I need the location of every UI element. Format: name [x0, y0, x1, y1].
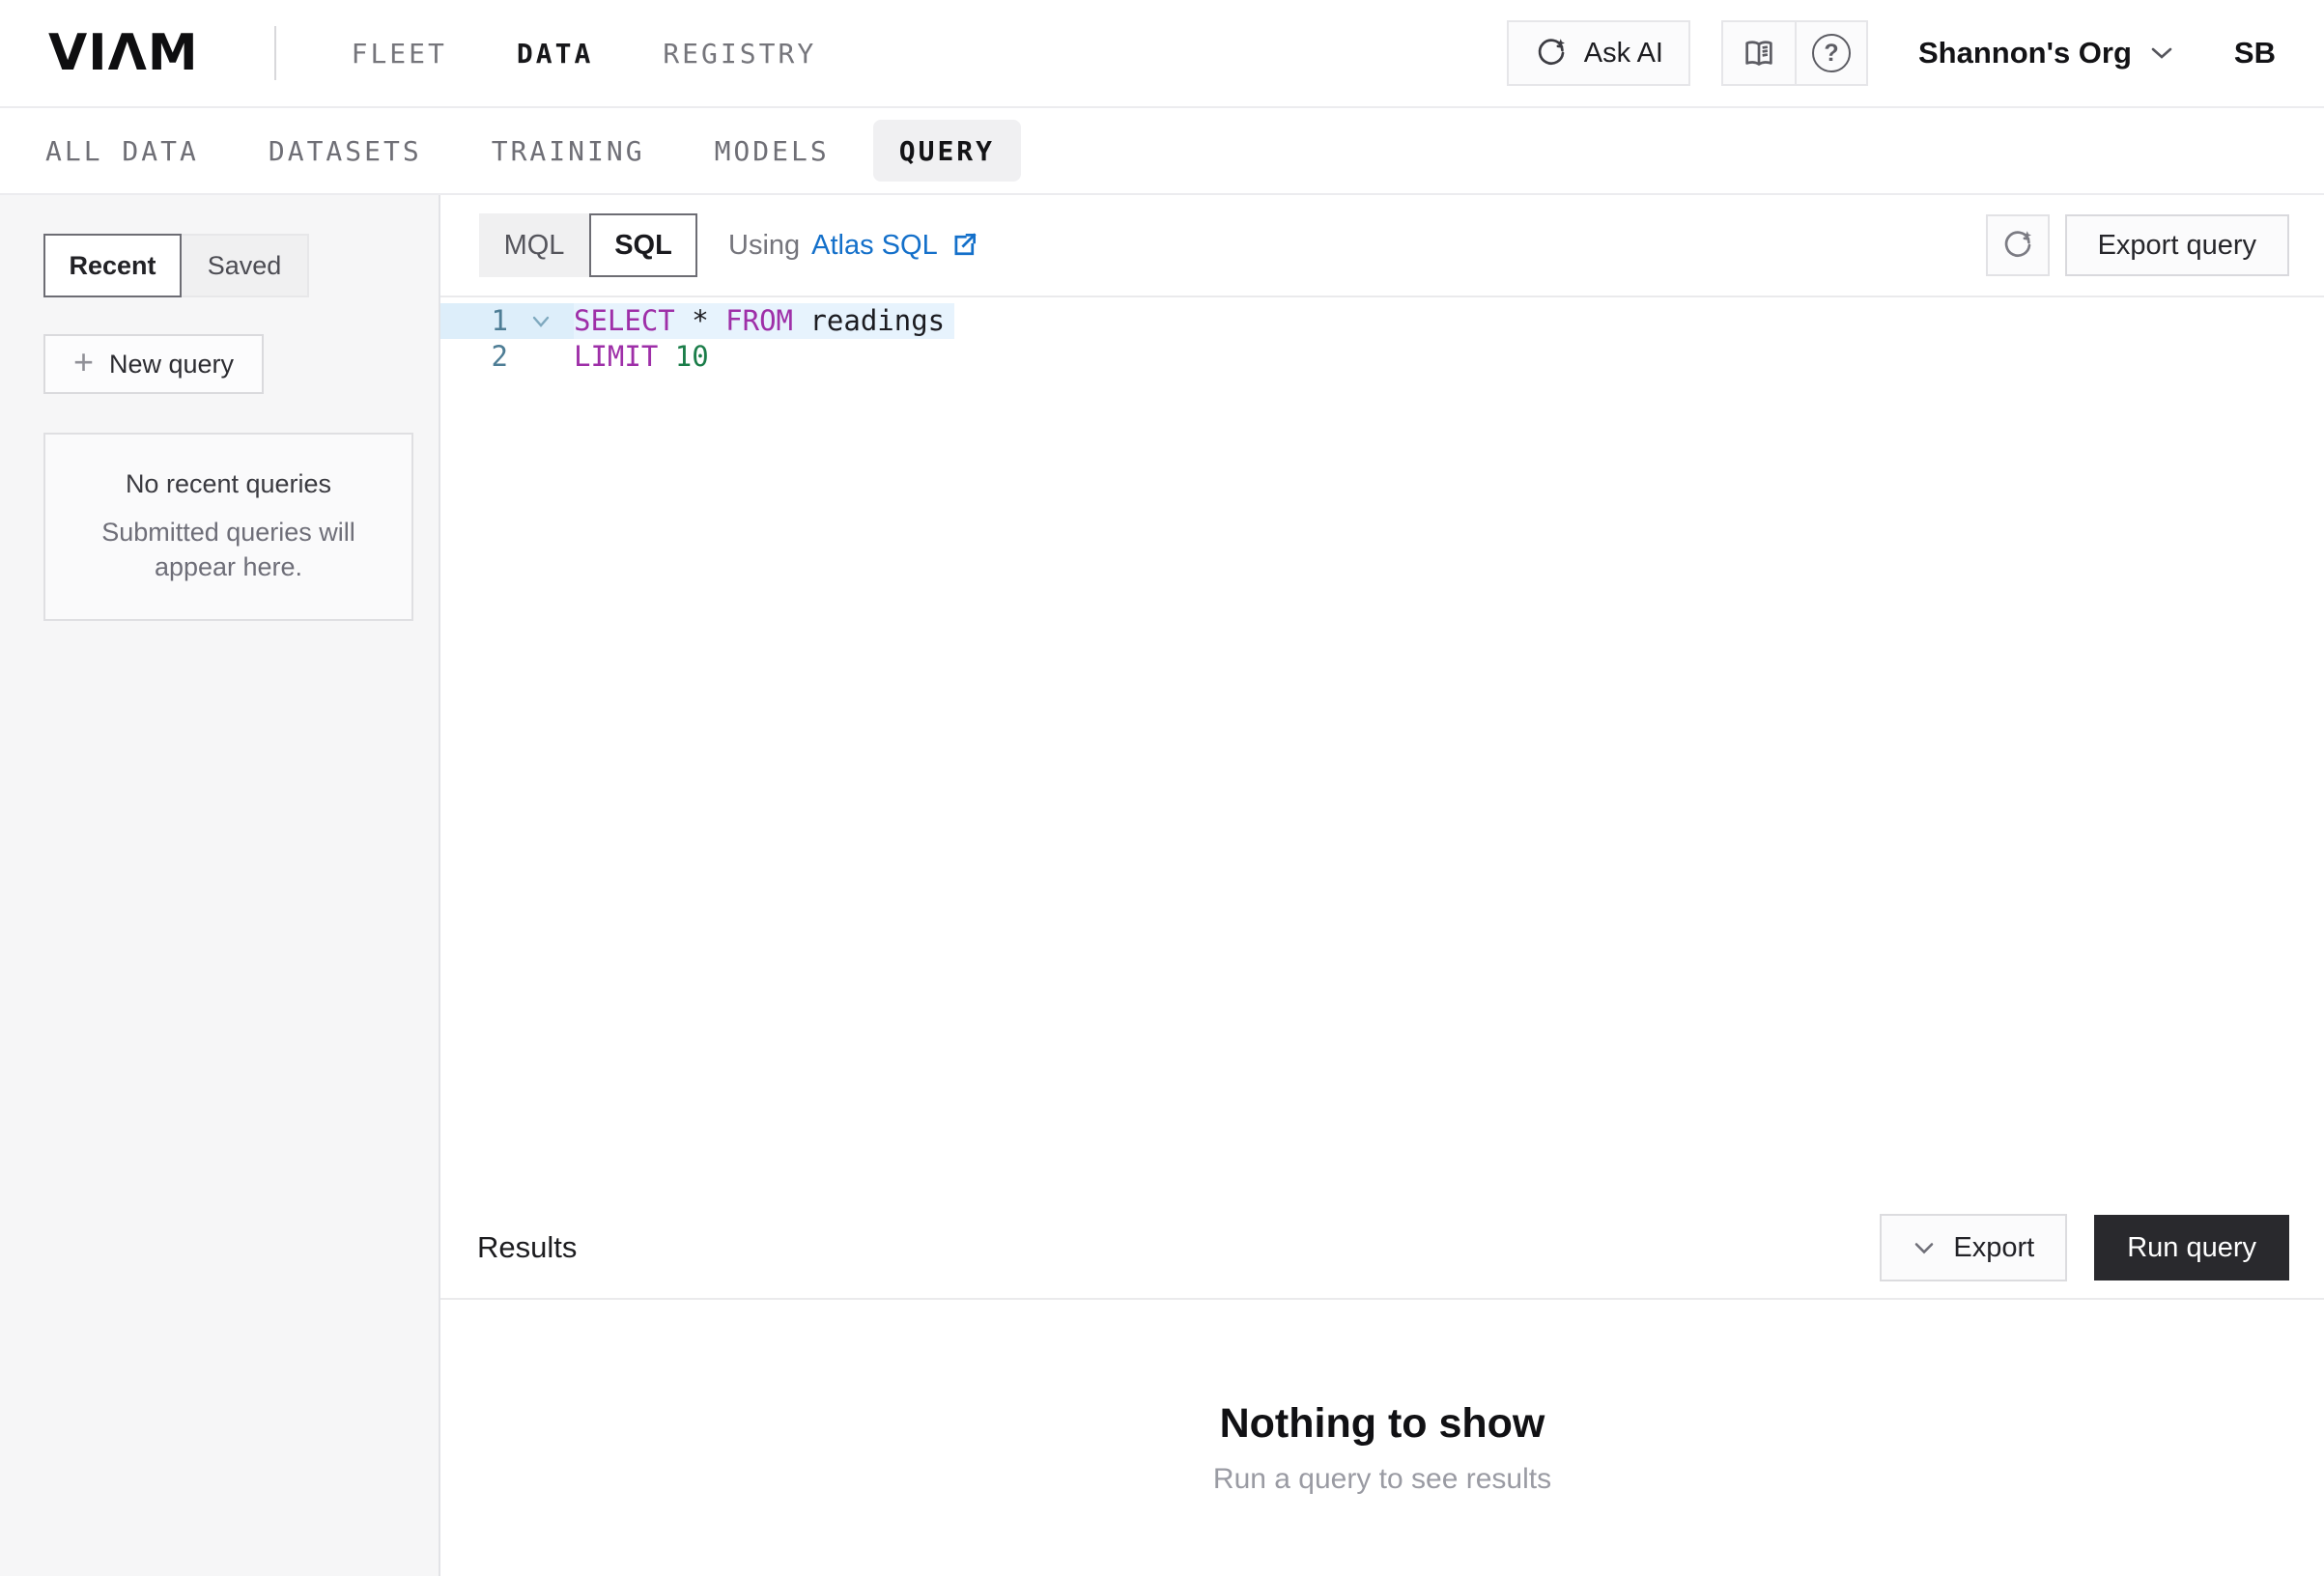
results-header: Results Export Run query [440, 1197, 2324, 1300]
empty-state-subtitle: Run a query to see results [1213, 1463, 1551, 1496]
mode-toggle-mql[interactable]: MQL [479, 213, 589, 277]
new-query-label: New query [109, 350, 234, 380]
toolbar-right-group: Export query [1986, 214, 2289, 276]
org-name: Shannon's Org [1918, 36, 2132, 70]
question-mark-icon: ? [1812, 34, 1851, 72]
code-text: LIMIT 10 [574, 339, 719, 375]
tab-recent-queries[interactable]: Recent [43, 234, 182, 297]
external-link-icon [949, 231, 978, 260]
query-main-panel: MQL SQL Using Atlas SQL [440, 195, 2324, 1576]
chevron-down-icon [2149, 45, 2174, 61]
user-avatar[interactable]: SB [2234, 36, 2276, 70]
header-right-group: Ask AI ? Shannon's Org [1507, 20, 2276, 86]
new-query-button[interactable]: + New query [43, 334, 264, 394]
ai-sparkle-refresh-icon [1534, 36, 1569, 70]
tab-training[interactable]: TRAINING [466, 120, 671, 182]
export-results-button[interactable]: Export [1880, 1214, 2067, 1281]
tab-query[interactable]: QUERY [873, 120, 1021, 182]
header-divider [274, 26, 276, 80]
tab-saved-queries[interactable]: Saved [182, 234, 309, 297]
nav-item-data[interactable]: DATA [517, 38, 593, 70]
query-sidebar: Recent Saved + New query No recent queri… [0, 195, 440, 1576]
query-toolbar: MQL SQL Using Atlas SQL [440, 195, 2324, 297]
results-actions: Export Run query [1880, 1214, 2289, 1281]
ask-ai-button[interactable]: Ask AI [1507, 20, 1690, 86]
nav-item-registry[interactable]: REGISTRY [663, 38, 816, 70]
content-area: Recent Saved + New query No recent queri… [0, 195, 2324, 1576]
no-recent-queries-box: No recent queries Submitted queries will… [43, 433, 413, 621]
ai-generate-query-button[interactable] [1986, 214, 2050, 276]
help-icon-group: ? [1721, 20, 1868, 86]
fold-spacer [508, 339, 574, 375]
export-results-label: Export [1953, 1232, 2034, 1264]
editor-line-1: 1 SELECT * FROM readings [440, 303, 2324, 339]
tab-models[interactable]: MODELS [689, 120, 856, 182]
line-number: 2 [440, 339, 508, 375]
results-title: Results [477, 1230, 577, 1265]
docs-button[interactable] [1723, 22, 1795, 84]
run-query-button[interactable]: Run query [2094, 1215, 2289, 1280]
sidebar-tabs: Recent Saved [43, 234, 413, 297]
ask-ai-label: Ask AI [1584, 38, 1663, 70]
fold-toggle-icon[interactable] [508, 303, 574, 339]
ai-sparkle-refresh-icon [2000, 228, 2035, 263]
code-text: SELECT * FROM readings [574, 303, 954, 339]
results-empty-state: Nothing to show Run a query to see resul… [440, 1300, 2324, 1576]
atlas-sql-link-label: Atlas SQL [811, 230, 938, 262]
plus-icon: + [73, 345, 94, 380]
help-button[interactable]: ? [1795, 22, 1866, 84]
sql-editor[interactable]: 1 SELECT * FROM readings 2 LIMIT 10 [440, 297, 2324, 1197]
no-recent-queries-subtitle: Submitted queries will appear here. [94, 515, 364, 584]
atlas-sql-link[interactable]: Atlas SQL [811, 230, 978, 262]
nav-item-fleet[interactable]: FLEET [352, 38, 447, 70]
primary-nav: FLEET DATA REGISTRY [352, 38, 817, 70]
tab-datasets[interactable]: DATASETS [242, 120, 448, 182]
editor-line-2: 2 LIMIT 10 [440, 339, 2324, 375]
using-label: Using [728, 230, 800, 262]
tab-all-data[interactable]: ALL DATA [19, 120, 225, 182]
empty-state-title: Nothing to show [1220, 1400, 1545, 1448]
org-selector[interactable]: Shannon's Org [1918, 36, 2174, 70]
line-number: 1 [440, 303, 508, 339]
export-query-button[interactable]: Export query [2065, 214, 2289, 276]
book-icon [1741, 35, 1777, 71]
mode-toggle-sql[interactable]: SQL [589, 213, 697, 277]
data-subnav: ALL DATA DATASETS TRAINING MODELS QUERY [0, 108, 2324, 195]
top-header: VIΛM FLEET DATA REGISTRY Ask AI [0, 0, 2324, 108]
chevron-down-icon [1913, 1241, 1936, 1255]
viam-logo[interactable]: VIΛM [48, 24, 199, 82]
no-recent-queries-title: No recent queries [126, 469, 331, 499]
